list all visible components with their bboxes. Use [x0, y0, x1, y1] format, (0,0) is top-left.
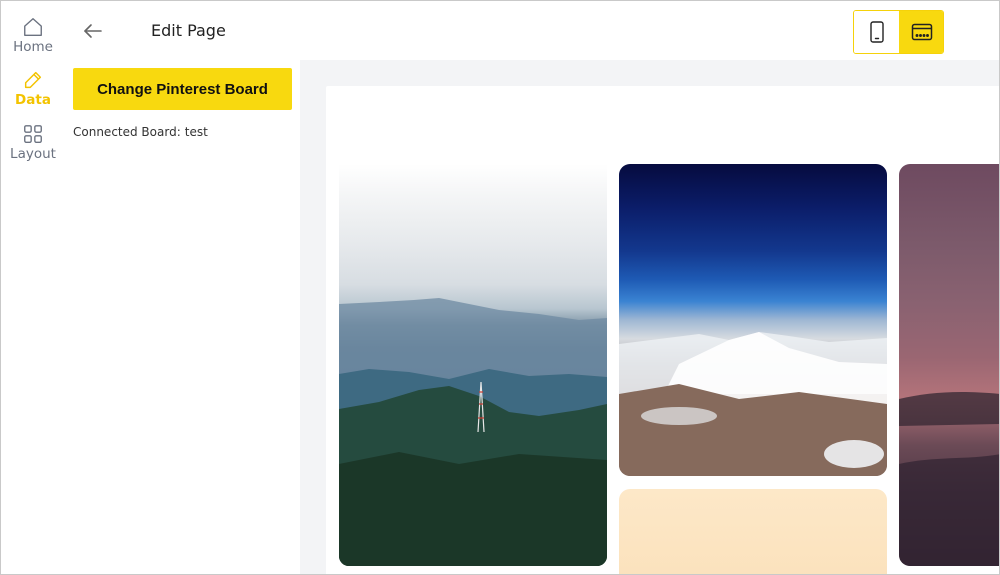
rail-label-layout: Layout [10, 146, 56, 162]
rail-label-home: Home [13, 39, 53, 55]
mountain-landscape-art [339, 298, 607, 566]
pin-image-mountain-tower[interactable] [339, 164, 607, 566]
change-pinterest-board-button[interactable]: Change Pinterest Board [73, 68, 292, 110]
rail-item-layout[interactable]: Layout [1, 123, 65, 162]
back-button[interactable] [79, 19, 107, 43]
mobile-view-button[interactable] [854, 11, 899, 53]
sunset-clouds-art [899, 391, 999, 566]
device-toggle [853, 10, 944, 54]
left-rail: Home Data Layout [1, 1, 65, 574]
desktop-view-button[interactable] [899, 11, 943, 53]
pin-image-sunset[interactable] [899, 164, 999, 566]
connected-board-text: Connected Board: test [73, 125, 208, 139]
connected-board-label: Connected Board: [73, 125, 181, 139]
pin-image-snowy-mountains[interactable] [619, 164, 887, 476]
arrow-left-icon [84, 24, 102, 38]
page-title: Edit Page [151, 21, 226, 40]
connected-board-value: test [184, 125, 208, 139]
mobile-icon [869, 21, 884, 43]
app-frame: Home Data Layout Edit Page Change Pinter… [0, 0, 1000, 575]
grid-icon [24, 125, 42, 143]
rail-item-home[interactable]: Home [1, 16, 65, 55]
pencil-icon [24, 71, 42, 89]
rail-item-data[interactable]: Data [1, 69, 65, 108]
desktop-icon [911, 23, 932, 41]
aerial-mountains-art [619, 332, 887, 476]
home-icon [24, 18, 42, 36]
rail-label-data: Data [15, 92, 51, 108]
pin-image-peach[interactable] [619, 489, 887, 574]
